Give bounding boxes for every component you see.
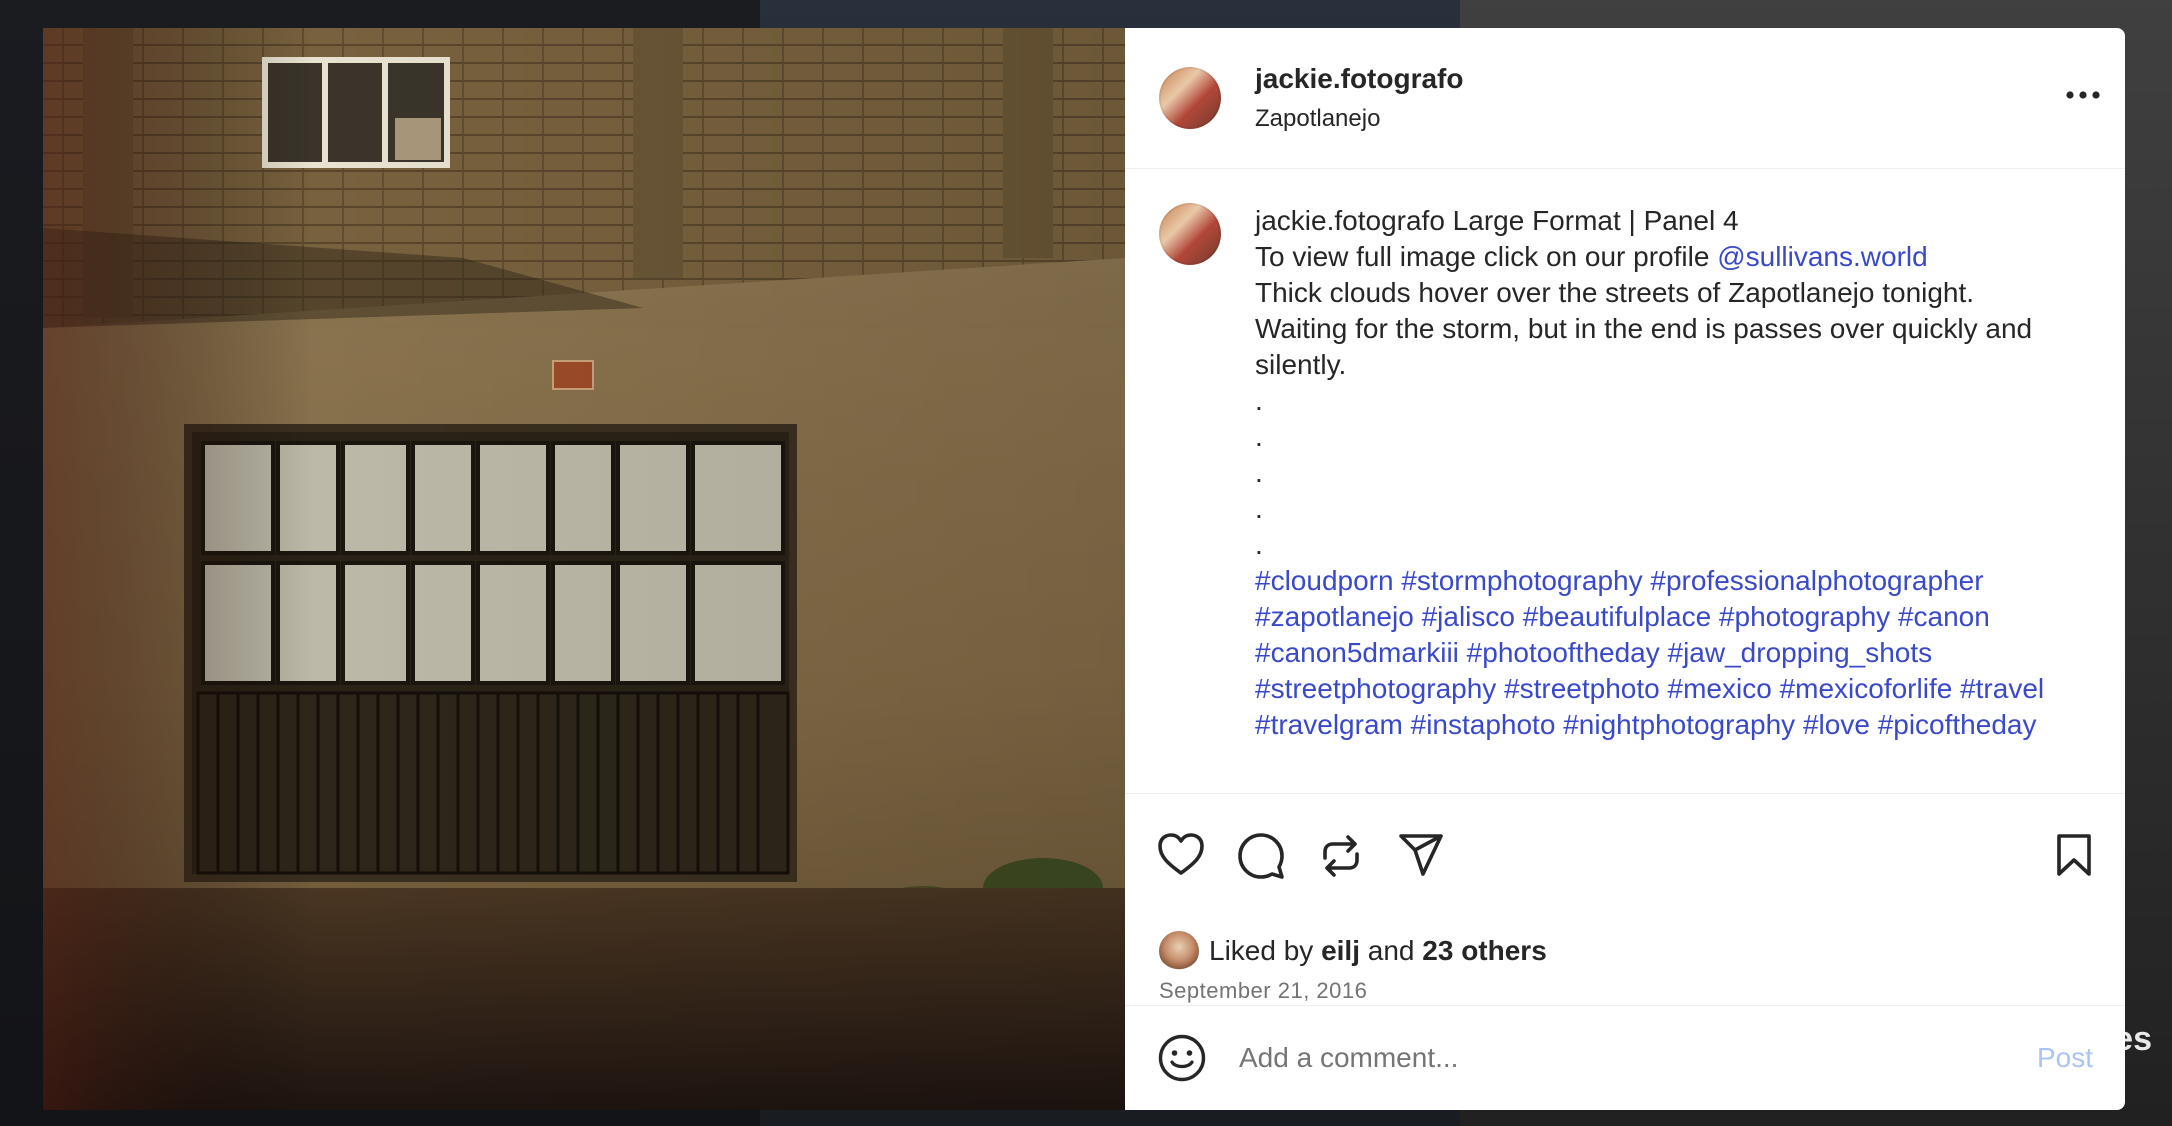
- caption-avatar[interactable]: [1159, 203, 1221, 265]
- hashtag[interactable]: #picoftheday: [1878, 709, 2037, 740]
- share-icon[interactable]: [1397, 832, 1445, 878]
- hashtag[interactable]: #canon5dmarkiii: [1255, 637, 1459, 668]
- hashtag[interactable]: #beautifulplace: [1523, 601, 1711, 632]
- liker-username[interactable]: eilj: [1321, 935, 1360, 967]
- hashtag[interactable]: #jaw_dropping_shots: [1668, 637, 1933, 668]
- hashtag[interactable]: #love: [1803, 709, 1870, 740]
- hashtag-list: #cloudporn #stormphotography #profession…: [1255, 563, 2055, 743]
- caption-username[interactable]: jackie.fotografo: [1255, 205, 1445, 236]
- caption-line2: Thick clouds hover over the streets of Z…: [1255, 277, 1975, 308]
- likes-middle: and: [1367, 935, 1415, 966]
- author-username[interactable]: jackie.fotografo: [1255, 63, 1463, 95]
- bookmark-icon[interactable]: [2055, 832, 2093, 878]
- more-options-button[interactable]: [2063, 80, 2103, 110]
- hashtag[interactable]: #instaphoto: [1411, 709, 1556, 740]
- hashtag[interactable]: #travelgram: [1255, 709, 1403, 740]
- comment-bar: Post: [1125, 1005, 2125, 1110]
- hashtag[interactable]: #photooftheday: [1467, 637, 1660, 668]
- caption-title: Large Format | Panel 4: [1452, 205, 1739, 236]
- comment-input[interactable]: [1237, 1041, 2037, 1075]
- hashtag[interactable]: #stormphotography: [1401, 565, 1642, 596]
- post-side-panel: jackie.fotografo Zapotlanejo jackie.foto…: [1125, 28, 2125, 1110]
- post-date[interactable]: September 21, 2016: [1159, 978, 1367, 1004]
- author-avatar[interactable]: [1159, 67, 1221, 129]
- caption-line1: To view full image click on our profile: [1255, 241, 1710, 272]
- post-location[interactable]: Zapotlanejo: [1255, 105, 1463, 133]
- caption-dot: .: [1255, 493, 1263, 524]
- hashtag[interactable]: #mexicoforlife: [1780, 673, 1953, 704]
- caption-text: jackie.fotografo Large Format | Panel 4 …: [1255, 203, 2055, 1110]
- hashtag[interactable]: #professionalphotographer: [1650, 565, 1983, 596]
- hashtag[interactable]: #zapotlanejo: [1255, 601, 1414, 632]
- mention-link[interactable]: @sullivans.world: [1717, 241, 1928, 272]
- hashtag[interactable]: #streetphoto: [1504, 673, 1660, 704]
- comment-icon[interactable]: [1237, 832, 1285, 880]
- post-photo[interactable]: [43, 28, 1125, 1110]
- emoji-icon[interactable]: [1157, 1033, 1207, 1083]
- caption-dot: .: [1255, 421, 1263, 452]
- repost-icon[interactable]: [1317, 832, 1365, 880]
- caption-line3: Waiting for the storm, but in the end is…: [1255, 313, 2033, 380]
- post-modal: jackie.fotografo Zapotlanejo jackie.foto…: [43, 28, 2125, 1110]
- caption-dot: .: [1255, 457, 1263, 488]
- likes-summary: Liked by eilj and 23 others: [1159, 931, 1547, 971]
- author-info: jackie.fotografo Zapotlanejo: [1255, 63, 1463, 133]
- post-comment-button[interactable]: Post: [2037, 1042, 2093, 1074]
- likes-others-link[interactable]: 23 others: [1422, 935, 1547, 967]
- post-actions: [1125, 793, 2125, 904]
- post-header: jackie.fotografo Zapotlanejo: [1125, 28, 2125, 169]
- liker-avatar[interactable]: [1159, 931, 1199, 971]
- hashtag[interactable]: #jalisco: [1422, 601, 1515, 632]
- hashtag[interactable]: #cloudporn: [1255, 565, 1394, 596]
- more-horizontal-icon: [2066, 91, 2100, 99]
- hashtag[interactable]: #streetphotography: [1255, 673, 1496, 704]
- building-photo: [43, 28, 1125, 1110]
- hashtag[interactable]: #photography: [1719, 601, 1890, 632]
- hashtag[interactable]: #nightphotography: [1563, 709, 1795, 740]
- hashtag[interactable]: #canon: [1898, 601, 1990, 632]
- hashtag[interactable]: #mexico: [1668, 673, 1772, 704]
- caption-dot: .: [1255, 385, 1263, 416]
- likes-prefix: Liked by: [1209, 935, 1314, 966]
- heart-icon[interactable]: [1157, 832, 1205, 876]
- hashtag[interactable]: #travel: [1960, 673, 2044, 704]
- caption-dot: .: [1255, 529, 1263, 560]
